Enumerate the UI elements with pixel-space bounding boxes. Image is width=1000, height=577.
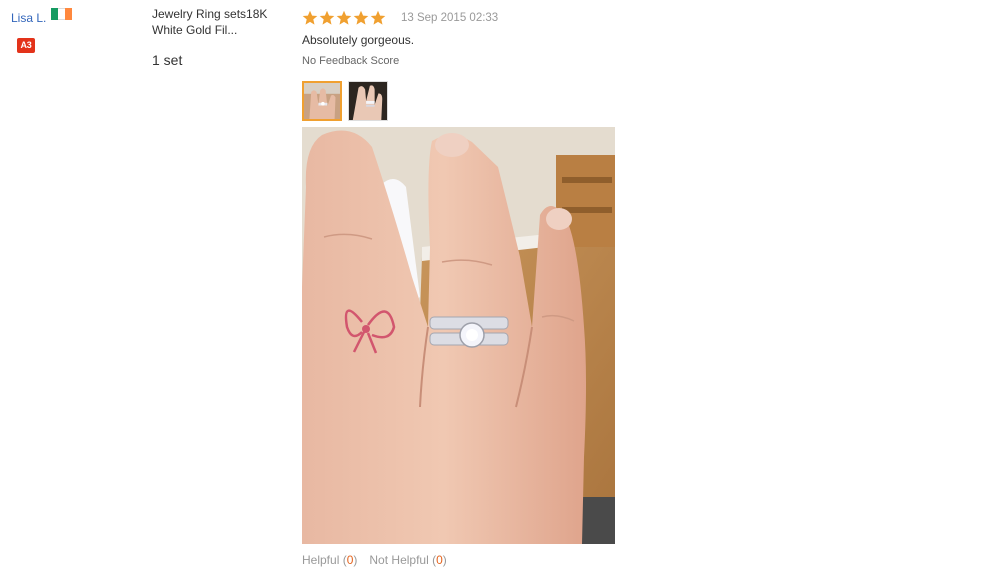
photo-thumbnail-2[interactable] — [348, 81, 388, 121]
star-icon — [353, 10, 369, 25]
star-rating — [302, 10, 386, 26]
not-helpful-label: Not Helpful — [369, 553, 429, 567]
order-quantity: 1 set — [152, 52, 183, 68]
not-helpful-count: 0 — [436, 553, 443, 567]
helpful-votes-row: Helpful (0) Not Helpful (0) — [302, 553, 447, 567]
photo-thumbnail-1[interactable] — [302, 81, 342, 121]
ireland-flag-icon — [51, 8, 72, 20]
star-icon — [336, 10, 352, 25]
buyer-level-badge: A3 — [17, 38, 35, 53]
review-date: 13 Sep 2015 02:33 — [401, 12, 499, 24]
star-icon — [370, 10, 386, 25]
helpful-label: Helpful — [302, 553, 340, 567]
helpful-count: 0 — [346, 553, 354, 567]
feedback-score: No Feedback Score — [302, 55, 400, 67]
star-icon — [302, 10, 318, 25]
reviewer-name-link[interactable]: Lisa L. — [11, 11, 46, 25]
review-text: Absolutely gorgeous. — [302, 33, 415, 47]
star-icon — [319, 10, 335, 25]
helpful-button[interactable]: Helpful (0) — [302, 553, 357, 567]
review-photo[interactable] — [302, 127, 615, 544]
product-name: Jewelry Ring sets18K White Gold Fil... — [152, 7, 268, 37]
not-helpful-button[interactable]: Not Helpful (0) — [369, 553, 446, 567]
